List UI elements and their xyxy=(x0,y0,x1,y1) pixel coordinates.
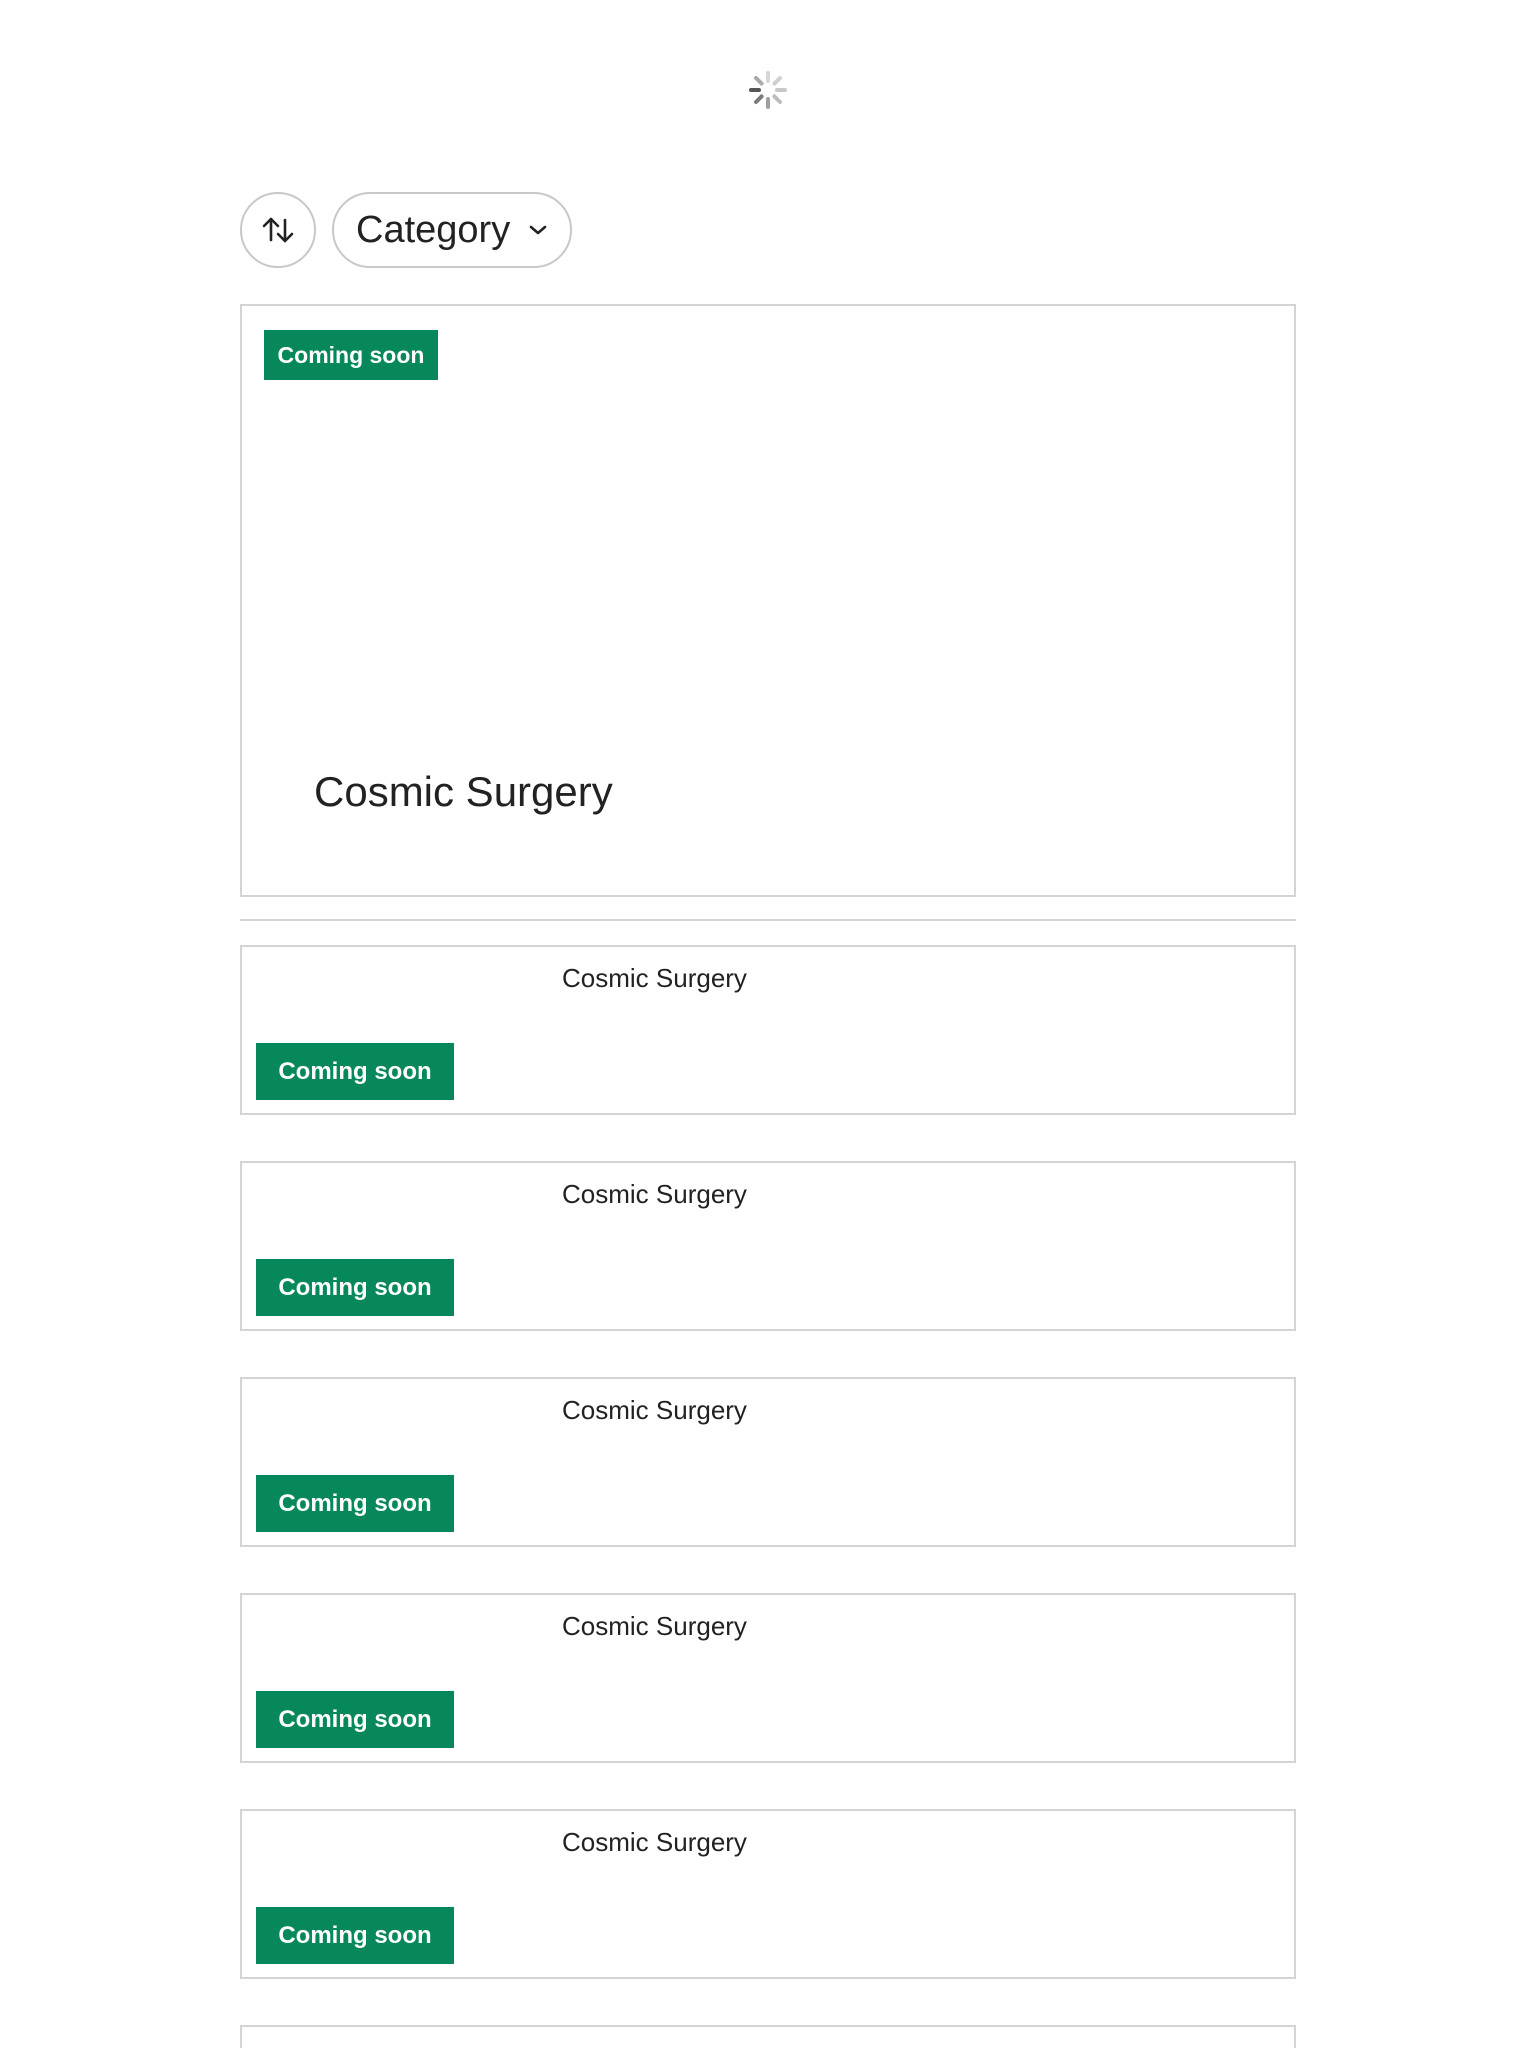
sort-button[interactable] xyxy=(240,192,316,268)
status-badge: Coming soon xyxy=(256,1691,454,1748)
featured-title: Cosmic Surgery xyxy=(314,768,613,815)
page: Category Coming soon Cosmic Surgery Cosm… xyxy=(0,0,1536,2048)
category-label: Category xyxy=(356,208,511,251)
list-item-partial[interactable] xyxy=(240,2025,1296,2048)
sort-arrows-icon xyxy=(262,217,294,243)
status-badge: Coming soon xyxy=(256,1043,454,1100)
status-badge: Coming soon xyxy=(264,330,438,380)
list-item[interactable]: Cosmic Surgery Coming soon xyxy=(240,1377,1296,1547)
item-list: Cosmic Surgery Coming soon Cosmic Surger… xyxy=(240,945,1296,2048)
loading-spinner-icon xyxy=(749,71,787,109)
item-title: Cosmic Surgery xyxy=(562,963,747,993)
list-item[interactable]: Cosmic Surgery Coming soon xyxy=(240,945,1296,1115)
list-item[interactable]: Cosmic Surgery Coming soon xyxy=(240,1809,1296,1979)
item-title: Cosmic Surgery xyxy=(562,1395,747,1425)
status-badge: Coming soon xyxy=(256,1475,454,1532)
item-title: Cosmic Surgery xyxy=(562,1611,747,1641)
status-badge: Coming soon xyxy=(256,1259,454,1316)
category-dropdown[interactable]: Category xyxy=(332,192,573,268)
status-badge: Coming soon xyxy=(256,1907,454,1964)
list-item[interactable]: Cosmic Surgery Coming soon xyxy=(240,1161,1296,1331)
divider xyxy=(240,919,1296,921)
list-item[interactable]: Cosmic Surgery Coming soon xyxy=(240,1593,1296,1763)
featured-card[interactable]: Coming soon Cosmic Surgery xyxy=(240,304,1296,897)
item-title: Cosmic Surgery xyxy=(562,1827,747,1857)
chevron-down-icon xyxy=(529,225,547,235)
filter-toolbar: Category xyxy=(240,192,573,268)
item-title: Cosmic Surgery xyxy=(562,1179,747,1209)
